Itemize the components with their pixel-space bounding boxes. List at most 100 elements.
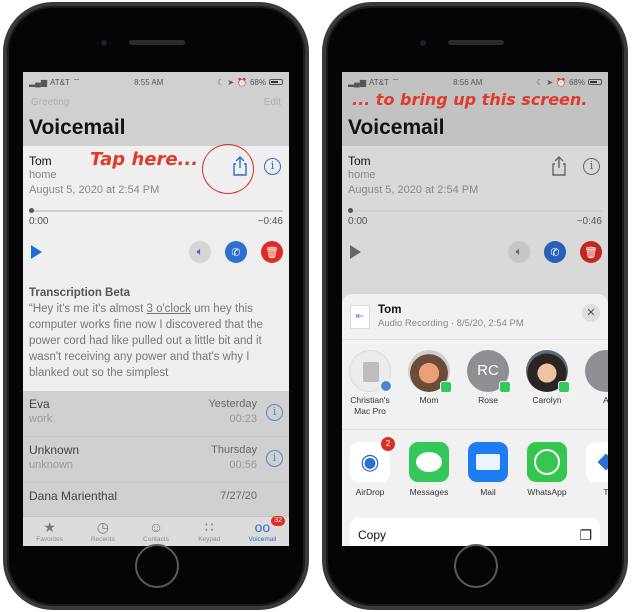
share-target-mac-pro[interactable]: Christian's Mac Pro [348,350,392,429]
trash-icon: 🗑︎ [265,246,279,259]
scrubber-knob[interactable] [29,208,34,213]
voicemail-detail: Tom home August 5, 2020 at 2:54 PM i 0:0… [342,146,608,265]
phone-icon: ✆ [550,246,560,259]
voicemail-date: August 5, 2020 at 2:54 PM [348,184,479,196]
avatar-initials: RC [477,362,499,379]
clock-icon: ◷ [96,519,109,535]
app-airdrop[interactable]: ◉ 2 AirDrop [348,437,395,512]
share-icon[interactable] [550,156,568,176]
playback-scrubber[interactable] [29,208,283,213]
close-icon: ✕ [586,307,596,319]
speaker-icon: 🔈︎ [515,245,523,258]
share-target-mom[interactable]: Mom [407,350,452,429]
app-messages[interactable]: Messages [407,442,451,512]
app-whatsapp[interactable]: WhatsApp [525,442,569,512]
battery-icon [588,79,602,85]
info-icon[interactable]: i [583,158,600,175]
status-bar: ▂▄▆ AT&T ⌔ 8:56 AM ☾ ➤ ⏰ 68% [342,72,608,92]
play-button[interactable] [31,245,42,259]
nav-bar: Greeting Edit [23,92,289,112]
home-button[interactable] [135,544,179,588]
tab-voicemail[interactable]: oo Voicemail 32 [236,516,289,546]
person-name: A [603,395,608,405]
right-screen: ▂▄▆ AT&T ⌔ 8:56 AM ☾ ➤ ⏰ 68% Voicemail Tom ho… [342,72,608,546]
copy-action[interactable]: Copy ❐ [350,518,600,546]
tab-label: Favorites [36,536,63,543]
mac-pro-icon [349,350,392,392]
tab-label: Voicemail [248,536,277,543]
list-item-duration: 00:56 [229,459,257,471]
earpiece-speaker [448,40,504,45]
app-name: Messages [409,487,449,497]
scrubber-knob[interactable] [348,208,353,213]
info-icon[interactable]: i [264,158,281,175]
page-title: Voicemail [342,112,608,146]
tab-favorites[interactable]: ★ Favorites [23,517,76,546]
location-icon: ➤ [227,77,235,87]
elapsed-time: 0:00 [348,216,368,227]
edit-button[interactable]: Edit [264,97,281,108]
call-back-button[interactable]: ✆ [225,241,247,263]
messages-badge-icon [558,381,570,393]
transcription-title: Transcription Beta [29,287,130,299]
delete-button[interactable]: 🗑︎ [261,241,283,263]
info-icon[interactable]: i [266,450,283,467]
speaker-button[interactable]: 🔈︎ [189,241,211,263]
delete-button[interactable]: 🗑︎ [580,241,602,263]
copy-label: Copy [358,528,387,542]
share-sheet-header: ⇤ Tom Audio Recording · 8/5/20, 2:54 PM … [342,294,608,340]
call-back-button[interactable]: ✆ [544,241,566,263]
share-target-rose[interactable]: RC Rose [466,350,511,429]
play-button[interactable] [350,245,361,259]
list-item[interactable]: Eva work Yesterday 00:23 i [23,391,289,437]
status-bar: ▂▄▆ AT&T ⌔ 8:55 AM ☾ ➤ ⏰ 68% [23,72,289,92]
battery-percent: 68% [249,77,266,87]
person-name: Rose [478,395,498,405]
status-time: 8:55 AM [134,77,164,87]
speaker-icon: 🔈︎ [196,245,204,258]
phone-icon: ✆ [231,246,241,259]
wifi-icon: ⌔ [391,77,400,86]
close-button[interactable]: ✕ [582,304,600,322]
messages-badge-icon [499,381,511,393]
star-icon: ★ [43,519,56,535]
tab-label: Contacts [143,536,169,543]
voicemail-list: Eva work Yesterday 00:23 i Unknown unknow… [23,391,289,529]
home-button[interactable] [454,544,498,588]
info-icon[interactable]: i [266,404,283,421]
status-time: 8:56 AM [453,77,483,87]
battery-percent: 68% [568,77,585,87]
speaker-button[interactable]: 🔈︎ [508,241,530,263]
tab-bar: ★ Favorites ◷ Recents ☺ Contacts ∷ Keypad oo… [23,516,289,546]
left-screen: ▂▄▆ AT&T ⌔ 8:55 AM ☾ ➤ ⏰ 68% Greeting Edit Vo… [23,72,289,546]
keypad-icon: ∷ [204,519,214,535]
share-target-carolyn[interactable]: Carolyn [525,350,570,429]
tab-keypad[interactable]: ∷ Keypad [183,517,236,546]
annotation-tap-here: Tap here... [90,149,199,170]
front-camera [420,40,426,46]
tab-contacts[interactable]: ☺ Contacts [129,517,182,546]
annotation-circle [202,144,254,194]
avatar [585,350,608,392]
app-name: AirDrop [355,487,385,497]
list-item[interactable]: Unknown unknown Thursday 00:56 i [23,437,289,483]
signal-icon: ▂▄▆ [348,77,366,87]
playback-scrubber[interactable] [348,208,602,213]
app-mail[interactable]: Mail [466,442,510,512]
person-name: Christian's Mac Pro [350,395,390,416]
share-subtitle: Audio Recording · 8/5/20, 2:54 PM [378,318,524,329]
person-name: Mom [419,395,439,405]
list-item-duration: 00:23 [229,413,257,425]
tab-recents[interactable]: ◷ Recents [76,517,129,546]
app-name: Mail [480,487,496,497]
app-more[interactable]: T [584,442,608,512]
share-target-more[interactable]: A [584,350,608,429]
remaining-time: −0:46 [576,216,602,227]
app-icon [586,442,608,482]
time-link[interactable]: 3 o'clock [147,303,191,315]
greeting-button[interactable]: Greeting [31,97,69,108]
share-people-row: Christian's Mac Pro Mom RC Rose Carolyn A [342,340,608,430]
share-title: Tom [378,304,402,316]
contact-icon: ☺ [148,519,164,535]
airdrop-icon: ◉ 2 [350,437,395,482]
